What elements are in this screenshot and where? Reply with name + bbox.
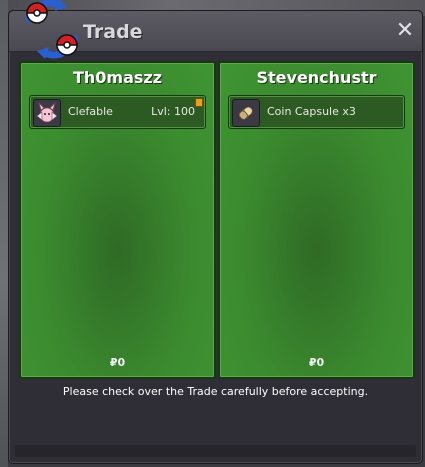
window-title: Trade	[83, 21, 143, 43]
money-amount: 0	[316, 356, 325, 369]
bottom-bar	[15, 445, 416, 457]
money-offer: ₽0	[21, 356, 214, 369]
background-left	[0, 0, 8, 467]
pokedollar-icon: ₽	[308, 356, 317, 369]
money-offer: ₽0	[220, 356, 413, 369]
trade-window: Trade ✕ Th0maszz Clefable Lvl: 100 ₽0 St…	[8, 0, 423, 464]
trade-item-slot[interactable]: Coin Capsule x3	[228, 95, 405, 129]
coin-capsule-icon	[232, 99, 260, 127]
trade-logo-icon	[25, 0, 79, 59]
player-name: Th0maszz	[72, 68, 163, 87]
player-name: Stevenchustr	[256, 68, 377, 87]
pokedollar-icon: ₽	[109, 356, 118, 369]
item-name: Clefable	[68, 105, 113, 118]
trade-warning-message: Please check over the Trade carefully be…	[62, 385, 369, 398]
clefable-sprite-icon	[33, 99, 61, 127]
item-name: Coin Capsule x3	[267, 105, 356, 118]
money-amount: 0	[117, 356, 126, 369]
item-flag-icon	[195, 98, 203, 107]
trade-panel-partner: Stevenchustr Coin Capsule x3 ₽0	[218, 61, 415, 379]
trade-item-slot[interactable]: Clefable Lvl: 100	[29, 95, 206, 129]
trade-panel-self: Th0maszz Clefable Lvl: 100 ₽0	[19, 61, 216, 379]
item-level: Lvl: 100	[151, 105, 195, 118]
close-button[interactable]: ✕	[394, 20, 416, 42]
